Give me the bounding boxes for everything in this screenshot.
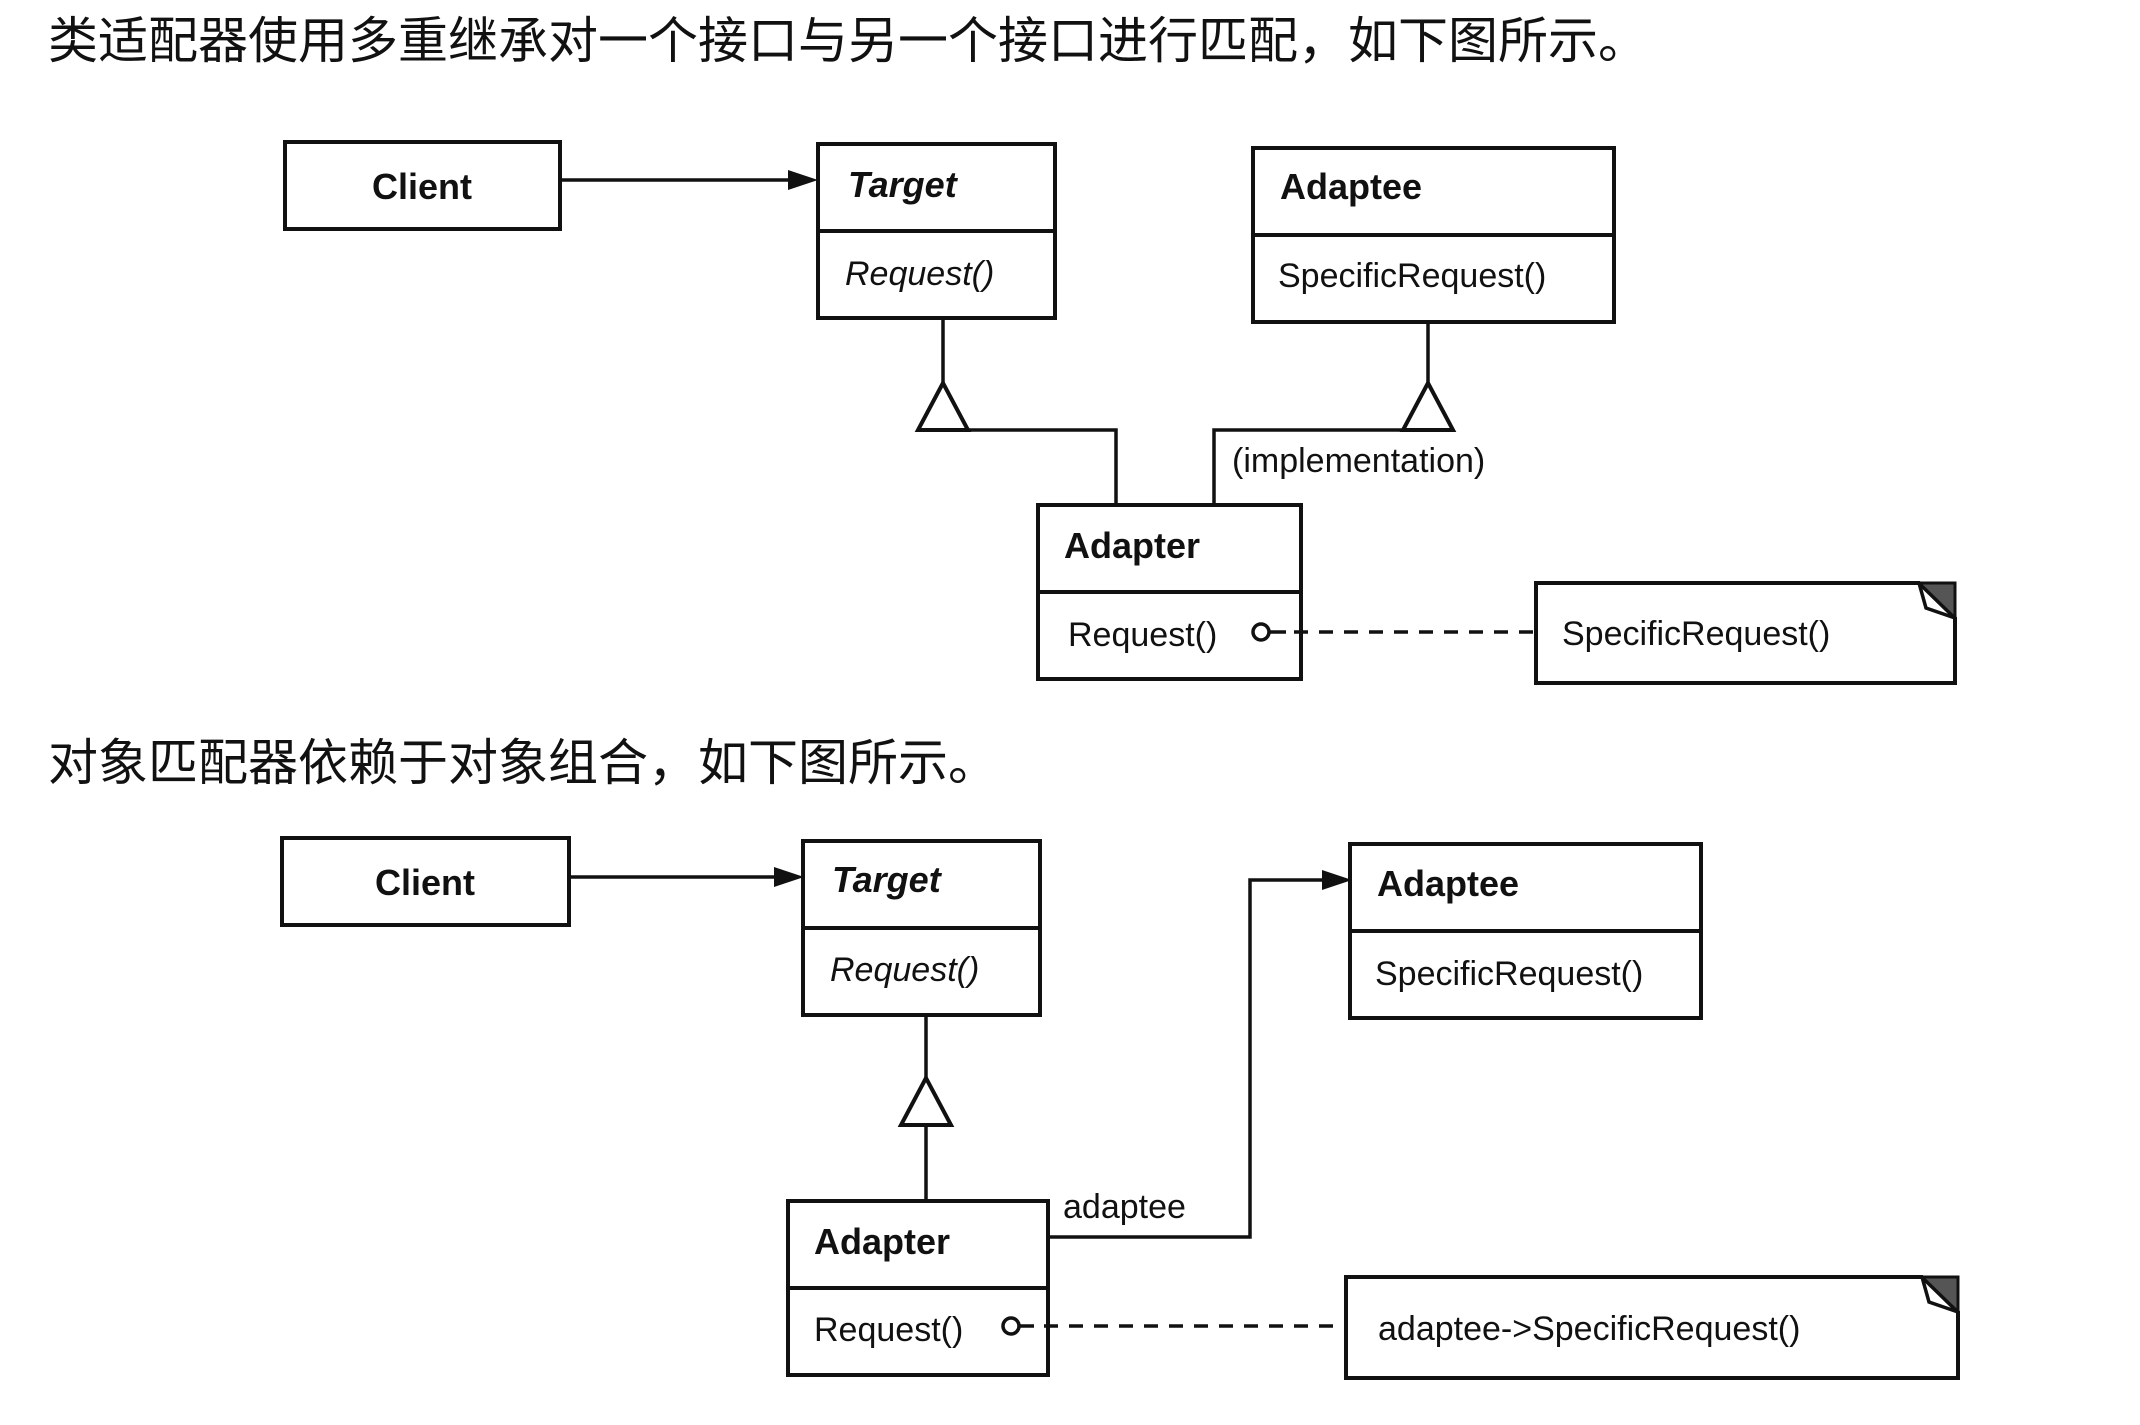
class-adapter-adapter-name: Adapter [1064, 525, 1200, 566]
object-adapter-adapter-operation: Request() [814, 1311, 963, 1349]
object-adapter-adapter-name: Adapter [814, 1221, 950, 1262]
object-adapter-client-name: Client [375, 862, 475, 903]
class-adapter-client-name: Client [372, 166, 472, 207]
object-adapter-note-anchor [1001, 1316, 1021, 1336]
object-adapter-target-name: Target [832, 859, 943, 900]
class-adapter-adapter-operation: Request() [1068, 616, 1217, 654]
class-adapter-client-box: Client [283, 140, 562, 231]
adaptee-association-label: adaptee [1063, 1188, 1186, 1226]
caption-class-adapter: 类适配器使用多重继承对一个接口与另一个接口进行匹配，如下图所示。 [48, 12, 1648, 70]
object-adapter-adapter-box: Adapter Request() [786, 1199, 1050, 1377]
class-adapter-diagram: Client Target Request() Adaptee Specific… [283, 140, 1957, 685]
diagram-page: 类适配器使用多重继承对一个接口与另一个接口进行匹配，如下图所示。 Client … [0, 0, 2140, 1420]
class-adapter-target-operation: Request() [845, 255, 994, 293]
object-adapter-diagram: Client Target Request() Adaptee Specific… [280, 836, 1960, 1380]
class-adapter-note-anchor [1251, 622, 1271, 642]
implementation-label: (implementation) [1232, 442, 1485, 480]
class-adapter-note: SpecificRequest() [1534, 581, 1957, 685]
object-adapter-adaptee-box: Adaptee SpecificRequest() [1348, 842, 1703, 1020]
object-adapter-client-box: Client [280, 836, 571, 927]
object-adapter-adaptee-operation: SpecificRequest() [1375, 955, 1643, 993]
class-adapter-target-box: Target Request() [816, 142, 1057, 320]
class-adapter-adapter-box: Adapter Request() [1036, 503, 1303, 681]
object-adapter-adaptee-association [1048, 878, 1326, 1239]
object-adapter-client-arrowhead [774, 867, 804, 887]
object-adapter-target-operation: Request() [830, 951, 979, 989]
object-adapter-target-box: Target Request() [801, 839, 1042, 1017]
class-adapter-adaptee-box: Adaptee SpecificRequest() [1251, 146, 1616, 324]
object-adapter-adaptee-arrowhead [1322, 870, 1352, 890]
object-adapter-note: adaptee->SpecificRequest() [1344, 1275, 1960, 1380]
object-adapter-target-inheritance [897, 1015, 955, 1199]
uml-diagram-canvas: 类适配器使用多重继承对一个接口与另一个接口进行匹配，如下图所示。 Client … [48, 12, 1960, 1380]
class-adapter-adaptee-name: Adaptee [1280, 166, 1422, 207]
class-adapter-adaptee-operation: SpecificRequest() [1278, 257, 1546, 295]
caption-object-adapter: 对象匹配器依赖于对象组合，如下图所示。 [48, 734, 998, 792]
class-adapter-note-text: SpecificRequest() [1562, 615, 1830, 653]
object-adapter-note-text: adaptee->SpecificRequest() [1378, 1310, 1800, 1348]
class-adapter-target-name: Target [848, 164, 959, 205]
object-adapter-adaptee-name: Adaptee [1377, 863, 1519, 904]
class-adapter-target-inheritance [914, 318, 1118, 503]
class-adapter-association-arrowhead [788, 170, 818, 190]
